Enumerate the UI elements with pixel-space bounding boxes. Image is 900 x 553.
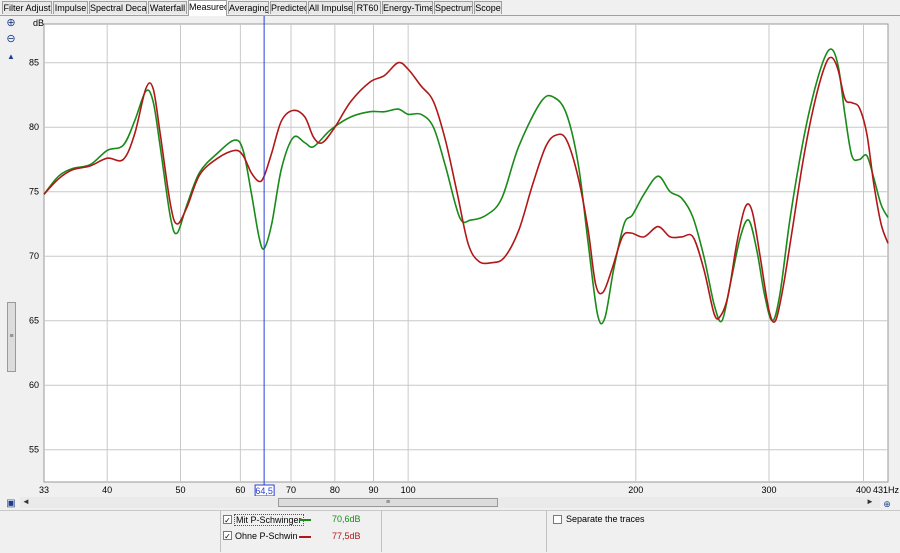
legend-divider <box>546 511 547 552</box>
tab-measured[interactable]: Measured <box>188 0 227 16</box>
legend-panel <box>0 510 900 553</box>
trace-label-1: Mit P-Schwinger <box>234 514 304 526</box>
tab-scope[interactable]: Scope <box>474 1 502 14</box>
trace-checkbox-2[interactable]: ✓ <box>223 531 232 541</box>
x-tick-label: 431Hz <box>873 485 900 495</box>
trace-value-2: 77,5dB <box>332 531 361 541</box>
x-tick-label: 100 <box>401 485 416 495</box>
tab-rt60[interactable]: RT60 <box>354 1 381 14</box>
x-tick-label: 300 <box>761 485 776 495</box>
x-tick-label: 70 <box>286 485 296 495</box>
y-tick-label: 85 <box>29 58 39 68</box>
separate-traces-checkbox[interactable] <box>553 515 562 524</box>
legend-divider <box>220 511 221 552</box>
y-tick-label: 75 <box>29 187 39 197</box>
tab-all-impulses[interactable]: All Impulses <box>308 1 353 14</box>
x-tick-label: 90 <box>369 485 379 495</box>
scroll-left-icon[interactable]: ◄ <box>22 497 30 506</box>
trace-value-1: 70,6dB <box>332 514 361 524</box>
trace-label-2: Ohne P-Schwin <box>235 531 298 541</box>
tab-energy-time[interactable]: Energy-Time <box>382 1 433 14</box>
tab-spectrum[interactable]: Spectrum <box>434 1 473 14</box>
scroll-right-icon[interactable]: ► <box>866 497 874 506</box>
x-tick-label: 200 <box>628 485 643 495</box>
tab-averaging[interactable]: Averaging <box>228 1 269 14</box>
x-tick-label: 60 <box>235 485 245 495</box>
y-unit-label: dB <box>33 18 44 28</box>
x-tick-label: 80 <box>330 485 340 495</box>
y-tick-label: 60 <box>29 380 39 390</box>
y-tick-label: 70 <box>29 251 39 261</box>
tab-waterfall[interactable]: Waterfall <box>148 1 187 14</box>
plot-area <box>43 23 889 483</box>
tab-predicted[interactable]: Predicted <box>270 1 307 14</box>
frequency-response-chart: 55 60 65 70 75 80 85 dB 33 40 50 60 70 80 90 100 200 300 4… <box>29 16 900 496</box>
x-tick-label: 50 <box>175 485 185 495</box>
tab-filter-adjust[interactable]: Filter Adjust <box>2 1 52 14</box>
tab-spectral-decay[interactable]: Spectral Decay <box>89 1 147 14</box>
y-tick-label: 55 <box>29 445 39 455</box>
cursor-label: 64,5 <box>255 486 273 496</box>
legend-divider <box>381 511 382 552</box>
x-tick-label: 400 <box>856 485 871 495</box>
x-tick-label: 40 <box>102 485 112 495</box>
trace-swatch-1 <box>299 519 311 521</box>
trace-swatch-2 <box>299 536 311 538</box>
y-tick-label: 80 <box>29 122 39 132</box>
y-tick-label: 65 <box>29 316 39 326</box>
zoom-in-x-icon[interactable]: ⊕ <box>880 497 894 511</box>
tab-impulse[interactable]: Impulse <box>53 1 88 14</box>
horizontal-scrollbar-thumb[interactable]: ≡ <box>278 498 498 507</box>
separate-traces-label: Separate the traces <box>566 514 645 524</box>
trace-checkbox-1[interactable]: ✓ <box>223 515 232 525</box>
x-tick-label: 33 <box>39 485 49 495</box>
save-icon[interactable]: ▣ <box>4 497 18 511</box>
